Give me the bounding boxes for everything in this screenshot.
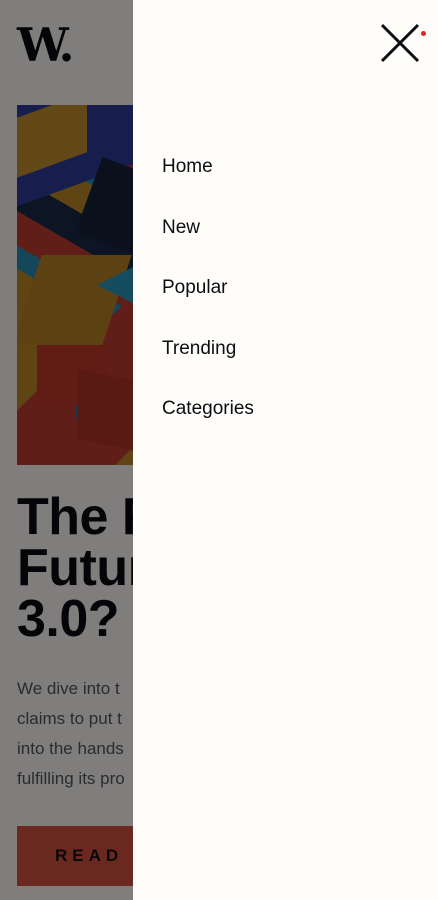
menu-link-trending[interactable]: Trending: [162, 327, 254, 371]
close-icon: [380, 23, 420, 63]
menu-item-home: Home: [162, 145, 254, 206]
menu-item-popular: Popular: [162, 266, 254, 327]
menu-item-categories: Categories: [162, 387, 254, 448]
nav-menu: Home New Popular Trending Categories: [162, 145, 254, 448]
menu-link-new[interactable]: New: [162, 206, 254, 250]
menu-item-new: New: [162, 206, 254, 267]
menu-link-categories[interactable]: Categories: [162, 387, 254, 431]
menu-item-trending: Trending: [162, 327, 254, 388]
notification-dot: [421, 31, 426, 36]
menu-link-home[interactable]: Home: [162, 145, 254, 189]
nav-drawer: Home New Popular Trending Categories: [133, 0, 438, 900]
close-menu-button[interactable]: [380, 23, 420, 63]
menu-link-popular[interactable]: Popular: [162, 266, 254, 310]
